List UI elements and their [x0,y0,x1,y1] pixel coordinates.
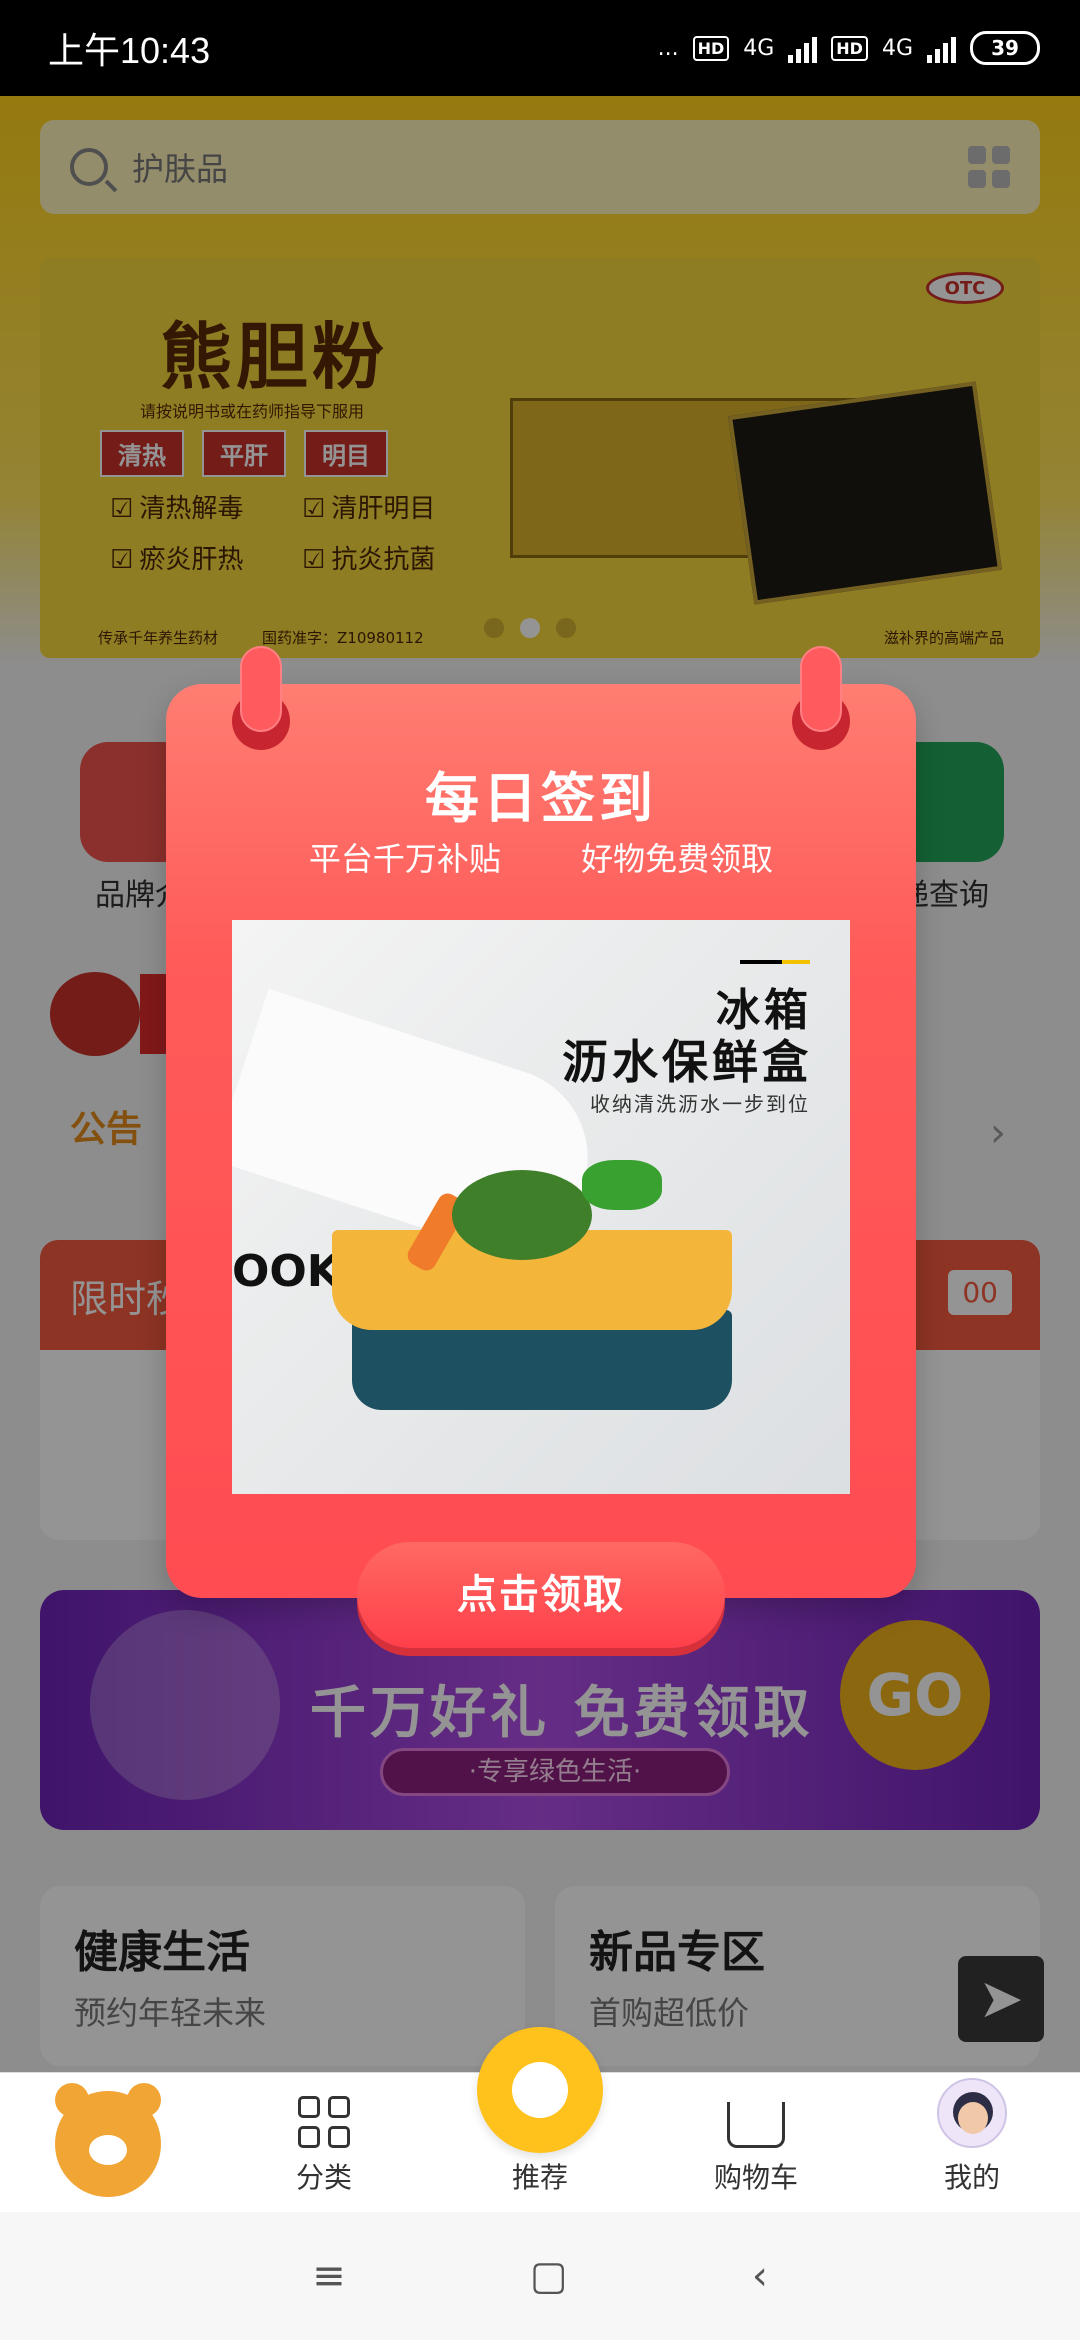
cart-icon [727,2102,785,2148]
category-grid-icon [298,2096,350,2148]
status-icons: ... HD 4G HD 4G 39 [658,31,1040,65]
tab-cart[interactable]: 购物车 [648,2073,864,2212]
avatar-icon [937,2078,1007,2148]
signal-icon [788,33,818,63]
hd-icon-2: HD [831,35,868,61]
modal-title: 每日签到 [425,767,657,830]
pepper-image [582,1160,662,1210]
tab-label: 我的 [943,2161,1000,2194]
bear-logo-icon [55,2083,161,2197]
product-accent-line [740,960,810,964]
modal-subtitle: 平台千万补贴 好物免费领取 [166,834,916,880]
tab-category[interactable]: 分类 [216,2073,432,2212]
daily-checkin-modal: 每日签到 平台千万补贴 好物免费领取 冰箱 沥水保鲜盒 收纳清洗沥水一步到位 O… [166,646,916,1648]
broccoli-image [452,1170,592,1260]
network-label-2: 4G [881,35,913,61]
product-image[interactable]: 冰箱 沥水保鲜盒 收纳清洗沥水一步到位 OOKI [232,920,850,1494]
system-nav-bar: ≡ ▢ ‹ [0,2212,1080,2340]
calendar-ring-left [232,646,290,750]
clock: 上午10:43 [48,30,211,71]
tab-label: 购物车 [713,2161,798,2194]
product-heading-2: 沥水保鲜盒 [562,1035,812,1089]
tab-recommend[interactable]: 推荐 [432,2027,648,2212]
network-label: 4G [743,35,775,61]
product-caption: 收纳清洗沥水一步到位 [590,1092,810,1116]
recommend-icon [477,2027,603,2153]
tab-home[interactable] [0,2073,216,2212]
tab-label: 分类 [295,2161,352,2194]
back-icon[interactable]: ‹ [752,2253,768,2299]
calendar-ring-right [792,646,850,750]
tab-label: 推荐 [511,2161,568,2194]
claim-button[interactable]: 点击领取 [357,1542,725,1648]
hd-icon: HD [692,35,730,61]
status-bar: 上午10:43 ... HD 4G HD 4G 39 [0,0,1080,96]
modal-subtitle-left: 平台千万补贴 [308,840,501,878]
more-dots-icon: ... [657,35,679,61]
tab-profile[interactable]: 我的 [864,2073,1080,2212]
signal-icon-2 [927,33,956,63]
home-icon[interactable]: ▢ [530,2253,568,2299]
modal-subtitle-right: 好物免费领取 [581,840,774,878]
tab-bar: 分类 推荐 购物车 我的 [0,2027,1080,2212]
battery-icon: 39 [970,31,1040,65]
menu-icon[interactable]: ≡ [312,2253,346,2299]
